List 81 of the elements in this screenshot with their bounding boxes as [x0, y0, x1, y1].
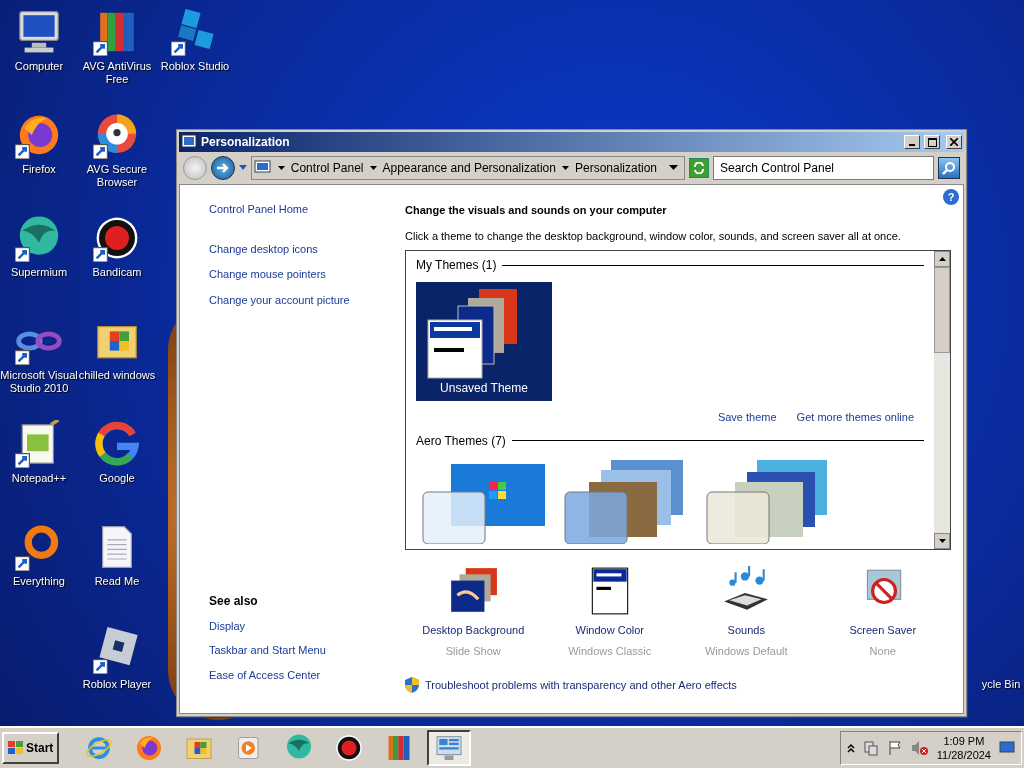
- theme-link[interactable]: Save theme: [717, 409, 777, 426]
- chevron-up-icon[interactable]: [846, 743, 855, 753]
- help-button[interactable]: ?: [943, 189, 959, 205]
- chevron-icon[interactable]: [369, 165, 377, 171]
- theme-group-heading: My Themes (1): [416, 257, 497, 274]
- close-button[interactable]: [946, 135, 962, 149]
- setting-link[interactable]: Screen Saver: [849, 622, 917, 639]
- desktop-shortcut-label[interactable]: Read Me: [94, 575, 140, 588]
- forward-button[interactable]: [210, 156, 235, 180]
- sidebar-link[interactable]: Change desktop icons: [209, 240, 318, 257]
- setting-link[interactable]: Window Color: [575, 622, 644, 639]
- sidebar-link[interactable]: Change mouse pointers: [209, 266, 326, 283]
- theme-link[interactable]: Get more themes online: [796, 409, 914, 426]
- desktop-shortcut-label[interactable]: Bandicam: [92, 266, 142, 279]
- sidebar-link[interactable]: Taskbar and Start Menu: [209, 642, 326, 659]
- chevron-icon[interactable]: [277, 165, 285, 171]
- clock-time[interactable]: 1:09 PM: [943, 734, 985, 748]
- desktop-shortcut-label[interactable]: Google: [99, 472, 135, 485]
- desktop-shortcut-label[interactable]: Computer: [14, 60, 64, 73]
- breadcrumb[interactable]: Personalization: [574, 159, 658, 177]
- theme-group-heading: Aero Themes (7): [416, 432, 506, 450]
- minimize-button[interactable]: [904, 135, 920, 149]
- setting-link[interactable]: Desktop Background: [422, 622, 525, 639]
- desktop-shortcut-label[interactable]: chilled windows: [78, 369, 156, 382]
- troubleshoot-link[interactable]: Troubleshoot problems with transparency and other Aero effects: [425, 677, 737, 694]
- scrollbar[interactable]: [934, 251, 950, 549]
- desktop-shortcut-label[interactable]: Roblox Player: [82, 678, 152, 691]
- breadcrumb[interactable]: Appearance and Personalization: [382, 159, 556, 177]
- start-button[interactable]: Start: [2, 732, 60, 764]
- refresh-button[interactable]: [689, 158, 709, 178]
- muted-speaker-icon[interactable]: [910, 740, 929, 756]
- taskbar-button[interactable]: [427, 730, 472, 766]
- maximize-button[interactable]: [924, 135, 940, 149]
- desktop-shortcut-label[interactable]: AVG Secure Browser: [78, 163, 156, 189]
- shield-icon: [405, 677, 419, 694]
- see-also-heading: See also: [209, 592, 259, 610]
- sidebar-link[interactable]: Change your account picture: [209, 291, 350, 308]
- arrow-right-icon: [215, 162, 230, 174]
- desktop-shortcut-label[interactable]: Firefox: [22, 163, 56, 176]
- desktop-shortcut-label[interactable]: Everything: [13, 575, 65, 588]
- desktop-shortcut-label[interactable]: Microsoft Visual Studio 2010: [0, 369, 78, 395]
- page-heading: Change the visuals and sounds on your computer: [405, 203, 668, 218]
- refresh-icon: [693, 162, 705, 174]
- setting-value: None: [869, 643, 896, 659]
- windows-logo-icon: [8, 741, 24, 755]
- desktop-shortcut-label[interactable]: Notepad++: [11, 472, 67, 485]
- desktop-shortcut-label[interactable]: Supermium: [10, 266, 68, 279]
- search-button[interactable]: [938, 157, 960, 179]
- sidebar-link[interactable]: Control Panel Home: [209, 201, 309, 218]
- breadcrumb[interactable]: Control Panel: [290, 159, 364, 177]
- theme-tile[interactable]: Unsaved Theme: [416, 282, 552, 401]
- setting-value: Windows Default: [704, 643, 788, 659]
- up-arrow-icon[interactable]: [938, 257, 946, 261]
- chevron-icon[interactable]: [561, 165, 569, 171]
- clock-date[interactable]: 11/28/2024: [936, 748, 991, 762]
- setting-link[interactable]: Sounds: [727, 622, 765, 639]
- record-icon[interactable]: [334, 733, 365, 763]
- close-icon: [950, 138, 958, 146]
- desktop-shortcut-label[interactable]: AVG AntiVirus Free: [78, 60, 156, 86]
- control-panel-icon: [253, 160, 272, 176]
- dropdown-icon[interactable]: [669, 165, 679, 171]
- desktop-shortcut-label[interactable]: Roblox Studio: [160, 60, 230, 73]
- theme-name: Unsaved Theme: [440, 380, 528, 397]
- sidebar-link[interactable]: Display: [209, 617, 246, 634]
- maximize-icon: [927, 137, 937, 147]
- search-icon: [942, 161, 957, 175]
- show-desktop-icon[interactable]: [999, 741, 1015, 755]
- tilted-square-icon[interactable]: [93, 626, 141, 674]
- flag-icon[interactable]: [886, 740, 903, 756]
- network-icon[interactable]: [862, 740, 879, 756]
- search-field[interactable]: Search Control Panel: [712, 156, 935, 180]
- sidebar-link[interactable]: Ease of Access Center: [209, 666, 321, 683]
- desktop-shortcut-label[interactable]: ycle Bin: [981, 676, 1021, 693]
- window-title: Personalization: [201, 134, 291, 151]
- personalization-icon: [181, 134, 197, 150]
- setting-value: Windows Classic: [568, 643, 652, 659]
- setting-value: Slide Show: [445, 643, 501, 659]
- down-arrow-icon[interactable]: [938, 539, 946, 543]
- page-description: Click a theme to change the desktop background, window color, sounds, and screen saver all at once.: [405, 228, 902, 244]
- letter-g-icon[interactable]: [93, 420, 141, 468]
- address-bar[interactable]: Control Panel Appearance and Personalization Personalization: [250, 156, 686, 180]
